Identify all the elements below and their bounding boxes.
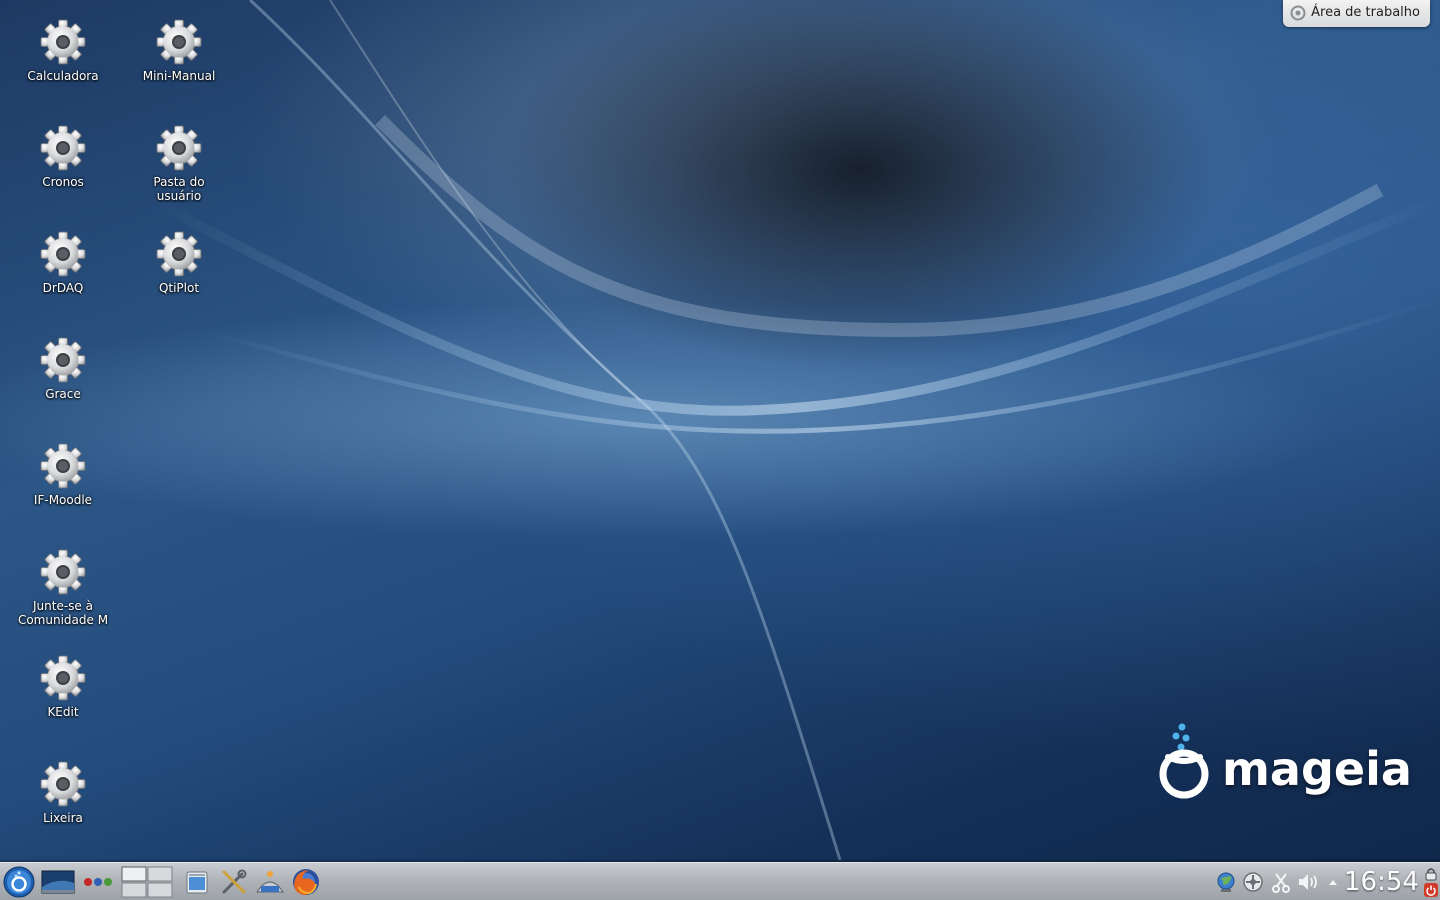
mageia-wordmark: mageia — [1222, 742, 1412, 796]
desktop-toolbox-label: Área de trabalho — [1311, 5, 1420, 20]
desktop-icon-label: KEdit — [47, 705, 79, 719]
logout-power-icon[interactable] — [1424, 883, 1438, 897]
desktop-icon-kedit[interactable]: KEdit — [11, 654, 115, 719]
gear-icon — [39, 18, 87, 66]
firefox-launcher[interactable] — [290, 866, 322, 898]
lock-logout-widget — [1422, 866, 1440, 898]
mageia-logo: mageia — [1150, 718, 1420, 818]
file-manager-launcher[interactable] — [182, 866, 212, 898]
volume-tray-item[interactable] — [1296, 866, 1322, 898]
software-installer-icon — [256, 871, 284, 893]
pager-icon — [121, 866, 173, 898]
expand-arrow-icon — [1329, 880, 1337, 885]
desktop-icon-drdaq[interactable]: DrDAQ — [11, 230, 115, 295]
network-globe-icon — [1217, 872, 1235, 892]
system-settings-icon — [222, 869, 247, 894]
gear-icon — [155, 230, 203, 278]
tray-expand-button[interactable] — [1326, 866, 1340, 898]
virtual-desktop-pager[interactable] — [120, 866, 174, 898]
gear-icon — [39, 230, 87, 278]
application-launcher-button[interactable] — [2, 866, 36, 898]
file-manager-icon — [186, 871, 208, 894]
activity-dots-icon — [84, 878, 112, 886]
desktop-icon-label: Junte-se à Comunidade M — [17, 599, 109, 627]
desktop-icon-label: QtiPlot — [158, 281, 200, 295]
clipboard-tray-item[interactable] — [1270, 866, 1292, 898]
desktop-icon-label: Mini-Manual — [142, 69, 216, 83]
desktop-icon-label: Lixeira — [43, 811, 83, 825]
desktop-icon-label: Grace — [45, 387, 81, 401]
firefox-icon — [293, 869, 319, 895]
activity-manager-button[interactable] — [82, 866, 114, 898]
digital-clock[interactable]: 16:54 — [1344, 866, 1419, 898]
desktop-icon-label: DrDAQ — [42, 281, 84, 295]
desktop-icon-label: Pasta do usuário — [153, 175, 205, 203]
desktop-icon-junte-se-a-comunidade[interactable]: Junte-se à Comunidade M — [11, 548, 115, 627]
device-notifier-tray-item[interactable] — [1241, 866, 1265, 898]
desktop-icon-qtiplot[interactable]: QtiPlot — [127, 230, 231, 295]
gear-icon — [39, 760, 87, 808]
network-tray-item[interactable] — [1214, 866, 1238, 898]
gear-icon — [39, 124, 87, 172]
desktop-icon-lixeira[interactable]: Lixeira — [11, 760, 115, 825]
desktop-icon-label: Cronos — [42, 175, 84, 189]
lock-screen-icon[interactable] — [1424, 867, 1438, 881]
volume-icon — [1299, 874, 1317, 890]
desktop-icon-cronos[interactable]: Cronos — [11, 124, 115, 189]
gear-icon — [39, 654, 87, 702]
desktop-icon-grace[interactable]: Grace — [11, 336, 115, 401]
gear-icon — [39, 442, 87, 490]
desktop-icon-if-moodle[interactable]: IF-Moodle — [11, 442, 115, 507]
gear-icon — [39, 548, 87, 596]
gear-icon — [155, 18, 203, 66]
desktop-icon-mini-manual[interactable]: Mini-Manual — [127, 18, 231, 83]
gear-icon — [155, 124, 203, 172]
plasma-toolbox-icon — [1290, 5, 1306, 21]
show-desktop-button[interactable] — [40, 866, 76, 898]
desktop-icon-calculadora[interactable]: Calculadora — [11, 18, 115, 83]
kickoff-menu-icon — [3, 866, 35, 898]
desktop-toolbox-button[interactable]: Área de trabalho — [1283, 0, 1430, 27]
klipper-scissors-icon — [1272, 873, 1290, 893]
system-settings-launcher[interactable] — [218, 866, 250, 898]
desktop-icon-pasta-do-usuario[interactable]: Pasta do usuário — [127, 124, 231, 203]
mageia-cauldron-icon — [1159, 723, 1209, 799]
desktop-icon-label: IF-Moodle — [33, 493, 93, 507]
gear-icon — [39, 336, 87, 384]
desktop-icon-label: Calculadora — [27, 69, 99, 83]
device-notifier-icon — [1243, 872, 1263, 892]
software-installer-launcher[interactable] — [254, 866, 286, 898]
taskbar: 16:54 — [0, 862, 1440, 900]
show-desktop-icon — [41, 870, 75, 894]
